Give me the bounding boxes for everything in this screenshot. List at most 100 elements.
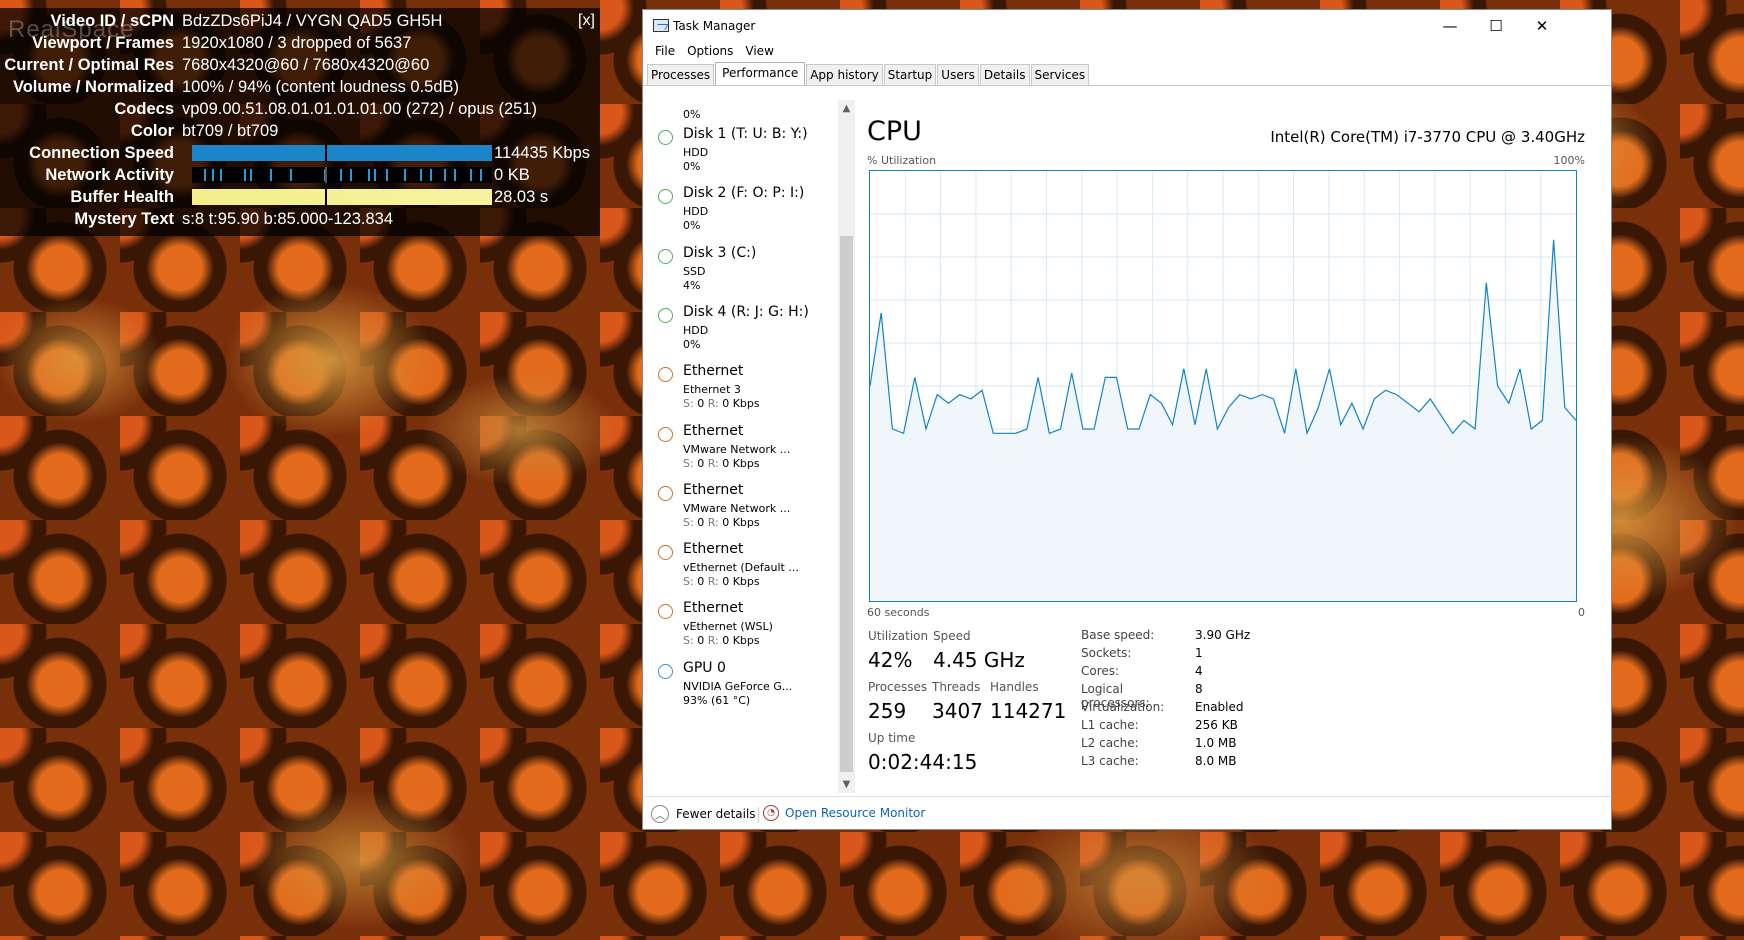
stats-for-nerds-panel: RealSpace [x] Video ID / sCPN BdzZDs6PiJ…	[0, 8, 600, 236]
close-button[interactable]: ✕	[1519, 10, 1565, 42]
utilization-axis-label: % Utilization	[867, 154, 937, 167]
scroll-down-icon[interactable]: ▼	[838, 776, 855, 793]
sidebar-item-value: S: 0 R: 0 Kbps	[683, 456, 760, 470]
tab-users[interactable]: Users	[937, 64, 979, 86]
tab-startup[interactable]: Startup	[883, 64, 937, 86]
menu-view[interactable]: View	[739, 44, 779, 58]
stats-label: Video ID / sCPN	[50, 11, 174, 30]
network-activity-tick	[204, 169, 206, 181]
stats-close-button[interactable]: [x]	[578, 12, 595, 30]
bar-divider	[325, 167, 327, 183]
network-activity-tick	[444, 169, 446, 181]
sidebar-item-subtitle: NVIDIA GeForce G...	[683, 679, 793, 693]
chevron-up-icon: ︿	[651, 805, 669, 823]
window-title: Task Manager	[673, 19, 756, 33]
sidebar-item-name: GPU 0	[683, 659, 726, 676]
spec-key: L1 cache:	[1081, 718, 1139, 732]
spec-key: Sockets:	[1081, 646, 1132, 660]
tab-divider	[643, 85, 1611, 86]
fewer-details-label: Fewer details	[676, 807, 756, 821]
stat-speed: Speed 4.45 GHz	[933, 629, 1025, 672]
sidebar-item-value: 0%	[683, 337, 701, 351]
stats-value: 100% / 94% (content loudness 0.5dB)	[182, 77, 460, 96]
graph-time-span: 60 seconds	[867, 606, 930, 619]
stats-value: BdzZDs6PiJ4 / VYGN QAD5 GH5H	[182, 11, 443, 30]
sidebar-item-subtitle: HDD	[683, 146, 709, 159]
sidebar-top-value: 0%	[683, 108, 701, 121]
sidebar-item-value: 93% (61 °C)	[683, 693, 751, 707]
utilization-axis-max: 100%	[1553, 154, 1585, 167]
stat-label: Speed	[933, 629, 971, 643]
open-resource-monitor-label: Open Resource Monitor	[785, 806, 926, 820]
network-activity-tick	[270, 169, 272, 181]
stats-row-color: Color bt709 / bt709	[0, 120, 278, 142]
bar-divider	[325, 145, 327, 161]
stat-threads: Threads 3407	[932, 680, 983, 723]
buffer-health-bar	[192, 189, 492, 205]
spec-row-l3-cache: L3 cache: 8.0 MB	[1081, 754, 1250, 772]
open-resource-monitor-link[interactable]: ◔ Open Resource Monitor	[763, 805, 925, 821]
spec-row-logical-processors: Logical processors: 8	[1081, 682, 1250, 710]
spec-row-cores: Cores: 4	[1081, 664, 1250, 682]
tab-details[interactable]: Details	[979, 64, 1030, 86]
tab-app-history[interactable]: App history	[806, 64, 883, 86]
network-activity-tick	[470, 169, 472, 181]
spec-row-sockets: Sockets: 1	[1081, 646, 1250, 664]
cpu-title: CPU	[867, 116, 922, 147]
stats-value: 7680x4320@60 / 7680x4320@60	[182, 55, 430, 74]
stat-label: Utilization	[868, 629, 929, 643]
sidebar-item-name: Disk 4 (R: J: G: H:)	[683, 303, 809, 320]
spec-value: 1	[1195, 646, 1203, 660]
status-circle-icon	[658, 426, 673, 442]
spec-key: Base speed:	[1081, 628, 1155, 642]
spec-row-base-speed: Base speed: 3.90 GHz	[1081, 628, 1250, 646]
network-activity-bar	[192, 167, 492, 183]
status-circle-icon	[658, 485, 673, 501]
sidebar-item-name: Disk 3 (C:)	[683, 244, 757, 261]
stats-row-connection-speed: Connection Speed	[0, 142, 182, 164]
fewer-details-button[interactable]: ︿ Fewer details	[651, 805, 756, 823]
stat-label: Processes	[868, 680, 928, 694]
stats-row-viewport: Viewport / Frames 1920x1080 / 3 dropped …	[0, 32, 411, 54]
network-activity-tick	[480, 169, 482, 181]
sidebar-item-name: Disk 2 (F: O: P: I:)	[683, 185, 805, 202]
spec-key: L3 cache:	[1081, 754, 1139, 768]
menu-file[interactable]: File	[649, 44, 681, 58]
scroll-up-icon[interactable]: ▲	[838, 100, 855, 117]
tab-services[interactable]: Services	[1030, 64, 1090, 86]
stats-label: Viewport / Frames	[32, 33, 174, 52]
stats-row-video-id: Video ID / sCPN BdzZDs6PiJ4 / VYGN QAD5 …	[0, 10, 443, 32]
task-manager-icon	[653, 19, 669, 32]
maximize-button[interactable]: ☐	[1473, 10, 1519, 42]
sidebar-item-subtitle: VMware Network ...	[683, 501, 791, 515]
stats-row-volume: Volume / Normalized 100% / 94% (content …	[0, 76, 459, 98]
minimize-button[interactable]: —	[1427, 10, 1473, 42]
sidebar-item-subtitle: SSD	[683, 264, 706, 278]
stats-label: Current / Optimal Res	[4, 55, 174, 74]
buffer-health-value: 28.03 s	[494, 187, 549, 206]
sidebar-item-name: Disk 1 (T: U: B: Y:)	[683, 126, 808, 142]
sidebar-item-value: S: 0 R: 0 Kbps	[683, 515, 760, 529]
stats-label: Connection Speed	[29, 143, 174, 162]
network-activity-tick	[386, 169, 388, 181]
scroll-thumb[interactable]	[840, 236, 853, 772]
network-activity-tick	[420, 169, 422, 181]
stat-value: 42%	[868, 648, 913, 672]
stat-label: Up time	[868, 731, 916, 745]
tab-processes[interactable]: Processes	[647, 64, 715, 86]
sidebar-item-value: 0%	[683, 219, 701, 233]
menu-options[interactable]: Options	[681, 44, 739, 58]
spec-row-l2-cache: L2 cache: 1.0 MB	[1081, 736, 1250, 754]
network-activity-tick	[244, 169, 246, 181]
spec-value: 3.90 GHz	[1195, 628, 1251, 642]
task-manager-window: Task Manager — ☐ ✕ File Options View Pro…	[642, 9, 1612, 830]
sidebar-scrollbar[interactable]: ▲ ▼	[838, 100, 855, 793]
network-activity-value: 0 KB	[494, 165, 530, 184]
stat-handles: Handles 114271	[990, 680, 1066, 723]
stats-label: Network Activity	[45, 165, 174, 184]
network-activity-tick	[430, 169, 432, 181]
title-bar[interactable]: Task Manager — ☐ ✕	[643, 10, 1611, 42]
stats-value: 1920x1080 / 3 dropped of 5637	[182, 33, 412, 52]
tab-performance[interactable]: Performance	[715, 62, 806, 85]
status-circle-icon	[658, 604, 673, 620]
